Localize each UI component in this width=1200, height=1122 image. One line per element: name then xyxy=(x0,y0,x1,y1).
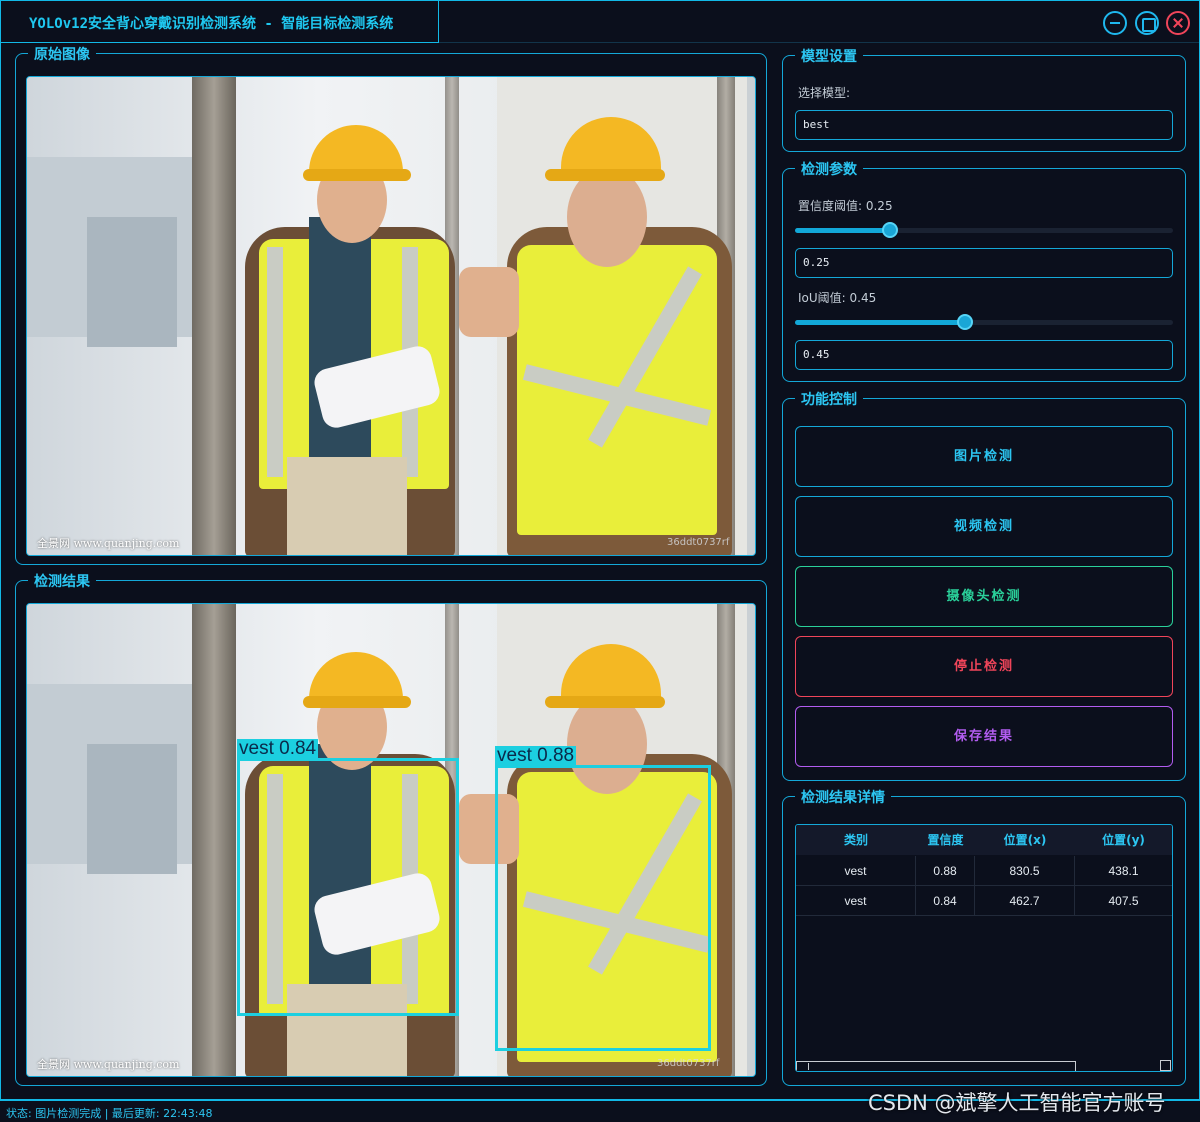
model-settings-title: 模型设置 xyxy=(795,46,863,66)
construction-photo-detected: vest 0.84 vest 0.88 全景网 www.quanjing.com… xyxy=(27,604,755,1076)
cell-y: 438.1 xyxy=(1108,864,1139,878)
title-box: YOLOv12安全背心穿戴识别检测系统 - 智能目标检测系统 xyxy=(1,1,439,43)
video-detect-button[interactable]: 视频检测 xyxy=(795,496,1173,557)
confidence-slider-fill xyxy=(795,228,890,233)
iou-slider-handle[interactable] xyxy=(957,314,973,330)
cell-x: 462.7 xyxy=(975,886,1075,916)
column-header-y[interactable]: 位置(y) xyxy=(1075,825,1172,855)
function-controls-title: 功能控制 xyxy=(795,389,863,409)
result-image: vest 0.84 vest 0.88 全景网 www.quanjing.com… xyxy=(26,603,756,1077)
cell-class: vest xyxy=(796,886,916,916)
app-window: YOLOv12安全背心穿戴识别检测系统 - 智能目标检测系统 原始图像 全景网 … xyxy=(0,0,1200,1100)
construction-photo: 全景网 www.quanjing.com 36ddt0737rf xyxy=(27,77,755,555)
title-bar: YOLOv12安全背心穿戴识别检测系统 - 智能目标检测系统 xyxy=(1,1,1199,43)
maximize-icon[interactable] xyxy=(1135,11,1159,35)
column-header-x[interactable]: 位置(x) xyxy=(975,825,1075,855)
minimize-icon[interactable] xyxy=(1103,11,1127,35)
csdn-credit-watermark: CSDN @斌擎人工智能官方账号 xyxy=(868,1091,1166,1115)
watermark-left-result: 全景网 www.quanjing.com xyxy=(37,1058,180,1071)
iou-slider-fill xyxy=(795,320,965,325)
title-divider xyxy=(439,42,1199,43)
table-row[interactable]: vest 0.84 462.7 407.5 xyxy=(796,886,1172,916)
stop-detect-button[interactable]: 停止检测 xyxy=(795,636,1173,697)
watermark-right-result: 36ddt0737rf xyxy=(657,1058,720,1069)
detection-label-vest-2: vest 0.88 xyxy=(495,745,577,766)
result-image-title: 检测结果 xyxy=(28,571,96,591)
scrollbar-left-arrow[interactable] xyxy=(799,1063,809,1070)
result-image-panel: 检测结果 vest 0.84 vest 0.88 全景网 www.quanjin… xyxy=(15,571,767,1086)
model-select-label: 选择模型: xyxy=(798,86,851,100)
status-text: 状态: 图片检测完成 | 最后更新: 22:43:48 xyxy=(6,1107,213,1120)
watermark-left: 全景网 www.quanjing.com xyxy=(37,537,180,550)
cell-confidence: 0.88 xyxy=(916,856,975,886)
original-image: 全景网 www.quanjing.com 36ddt0737rf xyxy=(26,76,756,556)
results-table: 类别 置信度 位置(x) 位置(y) vest 0.88 830.5 438.1… xyxy=(795,824,1173,1072)
original-image-panel: 原始图像 全景网 www.quanjing.com 36ddt0737rf xyxy=(15,44,767,565)
model-select[interactable]: best xyxy=(795,110,1173,140)
detection-box-vest-1 xyxy=(237,758,459,1016)
cell-confidence: 0.84 xyxy=(916,886,975,916)
confidence-input[interactable]: 0.25 xyxy=(795,248,1173,278)
original-image-title: 原始图像 xyxy=(28,44,96,64)
iou-slider[interactable] xyxy=(795,314,1173,330)
detection-params-title: 检测参数 xyxy=(795,159,863,179)
iou-label: IoU阈值: 0.45 xyxy=(798,291,877,305)
table-row[interactable]: vest 0.88 830.5 438.1 xyxy=(796,856,1172,886)
column-header-class[interactable]: 类别 xyxy=(796,825,916,855)
image-detect-button[interactable]: 图片检测 xyxy=(795,426,1173,487)
detection-box-vest-2 xyxy=(495,765,711,1051)
cell-class: vest xyxy=(796,856,916,886)
confidence-slider-handle[interactable] xyxy=(882,222,898,238)
window-title: YOLOv12安全背心穿戴识别检测系统 - 智能目标检测系统 xyxy=(29,16,394,32)
detection-label-vest-1: vest 0.84 xyxy=(237,738,319,759)
scrollbar-corner xyxy=(1160,1060,1171,1071)
camera-detect-button[interactable]: 摄像头检测 xyxy=(795,566,1173,627)
iou-input[interactable]: 0.45 xyxy=(795,340,1173,370)
table-header: 类别 置信度 位置(x) 位置(y) xyxy=(796,825,1172,855)
confidence-label: 置信度阈值: 0.25 xyxy=(798,199,893,213)
watermark-right: 36ddt0737rf xyxy=(667,537,730,548)
cell-y: 407.5 xyxy=(1108,894,1139,908)
horizontal-scrollbar[interactable] xyxy=(796,1061,1076,1071)
cell-x: 830.5 xyxy=(975,856,1075,886)
confidence-slider[interactable] xyxy=(795,222,1173,238)
close-icon[interactable] xyxy=(1166,11,1190,35)
results-title: 检测结果详情 xyxy=(795,787,891,807)
column-header-confidence[interactable]: 置信度 xyxy=(916,825,975,855)
save-result-button[interactable]: 保存结果 xyxy=(795,706,1173,767)
